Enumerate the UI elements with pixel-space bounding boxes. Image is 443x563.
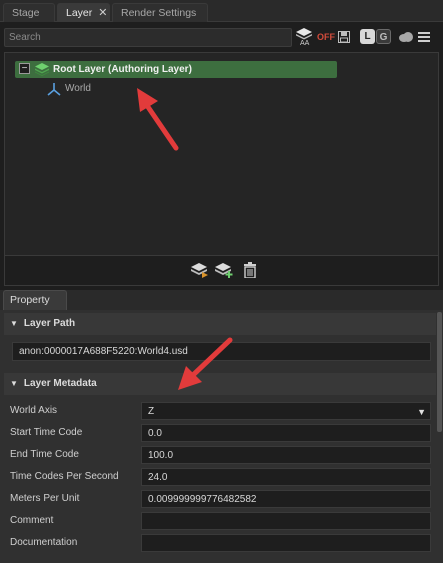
collapse-toggle[interactable]: − xyxy=(19,63,30,74)
tab-stage[interactable]: Stage xyxy=(3,3,55,22)
layers-aa-icon[interactable]: AA xyxy=(296,28,312,47)
tab-layer-label: Layer xyxy=(66,7,93,19)
collapse-triangle-icon: ▼ xyxy=(10,379,18,388)
layer-tree: − Root Layer (Authoring Layer) World xyxy=(4,52,439,256)
label-start-time-code: Start Time Code xyxy=(10,427,83,438)
section-layer-metadata[interactable]: ▼ Layer Metadata xyxy=(4,373,436,395)
menu-icon[interactable] xyxy=(418,28,432,46)
end-time-code-field[interactable]: 100.0 xyxy=(141,446,431,464)
aa-label: AA xyxy=(300,40,310,47)
layer-path-header: Layer Path xyxy=(23,318,76,329)
section-layer-path[interactable]: ▼ Layer Path xyxy=(4,313,436,335)
create-sublayer-icon[interactable] xyxy=(215,263,234,278)
tab-stage-label: Stage xyxy=(12,7,40,19)
label-meters-per-unit: Meters Per Unit xyxy=(10,493,80,504)
hamburger-icon xyxy=(418,32,430,42)
meters-per-unit-field[interactable]: 0.009999999776482582 xyxy=(141,490,431,508)
tab-render-settings-label: Render Settings xyxy=(121,7,197,19)
layer-actions-bar xyxy=(4,256,439,286)
time-codes-per-second-field[interactable]: 24.0 xyxy=(141,468,431,486)
floppy-icon xyxy=(338,31,350,43)
off-toggle[interactable]: OFF xyxy=(317,28,335,46)
dropdown-arrow-icon: ▼ xyxy=(417,407,426,417)
delete-layer-icon[interactable] xyxy=(243,262,257,279)
label-time-codes-per-second: Time Codes Per Second xyxy=(10,471,119,482)
layer-stack-icon xyxy=(35,63,49,76)
tree-item-world[interactable]: World xyxy=(65,83,91,94)
tab-layer[interactable]: Layer ✕ xyxy=(57,3,110,22)
tab-render-settings[interactable]: Render Settings xyxy=(112,3,208,22)
comment-field[interactable] xyxy=(141,512,431,530)
layer-mode-l-button[interactable]: L xyxy=(360,29,375,44)
start-time-code-field[interactable]: 0.0 xyxy=(141,424,431,442)
collapse-triangle-icon: ▼ xyxy=(10,319,18,328)
property-scrollbar[interactable] xyxy=(437,312,442,432)
cloud-shape-icon xyxy=(399,32,413,42)
stack-layers-icon xyxy=(296,28,312,40)
insert-sublayer-icon[interactable] xyxy=(191,263,209,278)
save-icon[interactable] xyxy=(338,28,352,46)
search-input[interactable]: Search xyxy=(4,28,292,47)
layer-mode-g-button[interactable]: G xyxy=(376,29,391,44)
layer-metadata-header: Layer Metadata xyxy=(23,378,97,389)
layer-path-field[interactable]: anon:0000017A688F5220:World4.usd xyxy=(12,342,431,361)
tree-row-root-layer[interactable]: − Root Layer (Authoring Layer) xyxy=(15,61,337,78)
label-world-axis: World Axis xyxy=(10,405,58,416)
world-axis-icon xyxy=(47,83,61,96)
label-documentation: Documentation xyxy=(10,537,78,548)
label-end-time-code: End Time Code xyxy=(10,449,79,460)
close-icon[interactable]: ✕ xyxy=(98,7,107,19)
cloud-icon[interactable] xyxy=(398,28,414,46)
world-axis-value: Z xyxy=(148,406,155,417)
root-layer-label: Root Layer (Authoring Layer) xyxy=(53,64,192,75)
label-comment: Comment xyxy=(10,515,54,526)
tab-property[interactable]: Property xyxy=(3,290,67,310)
documentation-field[interactable] xyxy=(141,534,431,552)
world-axis-dropdown[interactable]: Z ▼ xyxy=(141,402,431,420)
